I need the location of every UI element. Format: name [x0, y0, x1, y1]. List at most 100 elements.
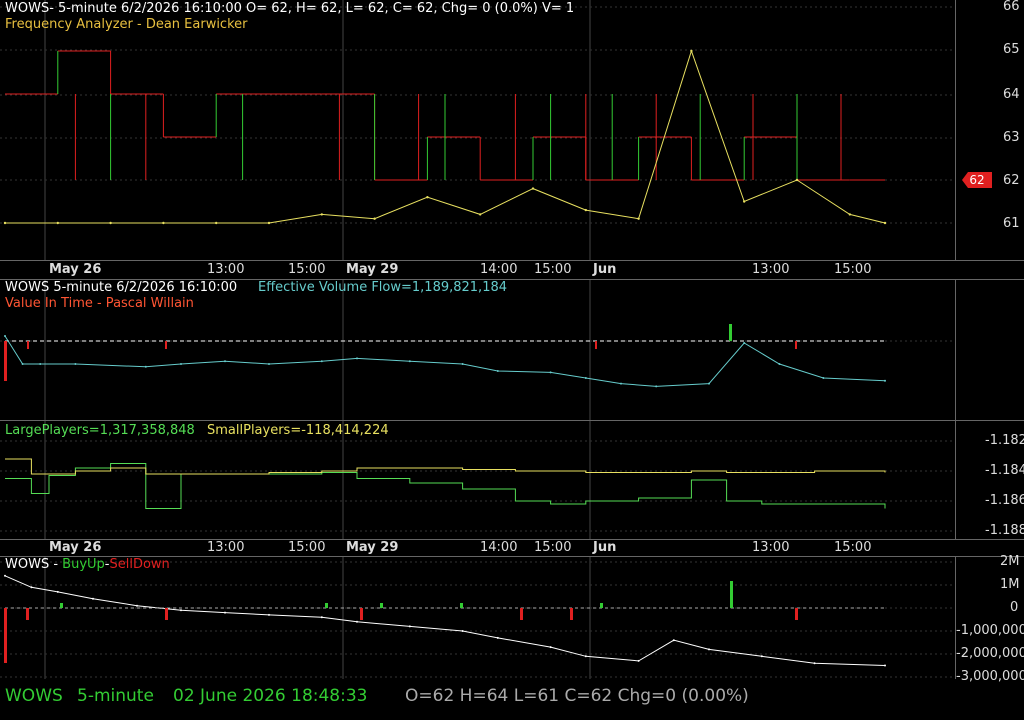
ytick: -2,000,000: [956, 646, 1024, 661]
buy-bar: [600, 603, 603, 608]
ytick: 62: [1003, 173, 1020, 188]
indicator-name: Frequency Analyzer - Dean Earwicker: [5, 17, 248, 32]
sell-bar: [360, 608, 363, 620]
volume-flow-point: [224, 360, 226, 363]
time-label: May 29: [346, 262, 399, 277]
volume-flow-point: [884, 379, 886, 382]
volume-spike-bar: [4, 341, 7, 381]
time-label: 15:00: [534, 540, 572, 555]
volume-bar: [595, 341, 597, 349]
cumulative-point: [637, 659, 640, 662]
ytick: 2M: [1000, 554, 1020, 569]
players-axis[interactable]: [955, 421, 956, 539]
sell-bar: [165, 608, 168, 620]
sell-bar: [570, 608, 573, 620]
volume-flow-panel[interactable]: WOWS 5-minute 6/2/2026 16:10:00 Effectiv…: [0, 280, 1024, 421]
price-tag-label: 62: [969, 173, 985, 187]
cumulative-point: [56, 590, 59, 593]
frequency-point: [584, 208, 587, 212]
time-label: 14:00: [480, 540, 518, 555]
volume-flow-point: [268, 363, 270, 365]
frequency-point: [267, 221, 271, 225]
volume-flow-point: [708, 382, 710, 385]
cumulative-point: [4, 574, 6, 577]
volume-axis[interactable]: [955, 280, 956, 420]
time-label: May 29: [346, 540, 399, 555]
time-label: 13:00: [207, 540, 245, 555]
volume-flow-point: [496, 370, 499, 372]
ytick: 63: [1003, 130, 1020, 145]
time-label: 15:00: [834, 540, 872, 555]
cumulative-point: [136, 604, 138, 607]
sell-bar: [795, 608, 798, 620]
volume-header: WOWS 5-minute 6/2/2026 16:10:00: [5, 280, 238, 295]
volume-spike-bar: [729, 324, 732, 341]
volume-flow-point: [21, 363, 24, 365]
frequency-point: [373, 217, 376, 220]
time-label: 13:00: [752, 262, 790, 277]
cumulative-line: [4, 575, 886, 666]
frequency-point: [743, 200, 746, 203]
cumulative-point: [760, 655, 763, 658]
cumulative-point: [268, 613, 270, 616]
small-players: SmallPlayers=-118,414,224: [207, 423, 389, 438]
time-label: 15:00: [288, 540, 326, 555]
volume-flow-point: [180, 363, 182, 365]
volume-flow-line: [4, 335, 886, 387]
time-label: Jun: [593, 540, 617, 555]
status-symbol: WOWS: [5, 686, 63, 706]
frequency-point: [883, 221, 887, 225]
status-bar: WOWS 5-minute 02 June 2026 18:48:33 O=62…: [0, 680, 1024, 720]
selldown-label: SellDown: [109, 557, 170, 572]
ytick: 65: [1003, 42, 1020, 57]
frequency-point: [56, 221, 59, 225]
volume-flow-point: [408, 360, 411, 363]
large-players: LargePlayers=1,317,358,848: [5, 423, 195, 438]
buyup-label: BuyUp: [62, 557, 105, 572]
cumulative-point: [320, 616, 323, 619]
frequency-point: [795, 178, 799, 182]
frequency-point: [162, 221, 165, 225]
volume-flow-point: [320, 360, 323, 363]
buy-bar: [380, 603, 383, 608]
time-axis-top[interactable]: May 26 13:00 15:00 May 29 14:00 15:00 Ju…: [0, 261, 1024, 280]
ytick: 64: [1003, 87, 1020, 102]
volume-flow-point: [461, 363, 464, 365]
ytick: 66: [1003, 0, 1020, 14]
frequency-point: [426, 196, 429, 199]
price-panel[interactable]: WOWS- 5-minute 6/2/2026 16:10:00 O= 62, …: [0, 0, 1024, 261]
sell-bar: [26, 608, 29, 620]
cumulative-point: [461, 630, 464, 632]
status-ohlc: O=62 H=64 L=61 C=62 Chg=0 (0.00%): [405, 686, 749, 706]
players-line: [5, 458, 886, 475]
time-axis-bottom[interactable]: May 26 13:00 15:00 May 29 14:00 15:00 Ju…: [0, 540, 1024, 557]
cumulative-point: [708, 648, 710, 651]
frequency-point: [109, 221, 112, 225]
buy-bar: [460, 603, 463, 608]
time-label: May 26: [49, 540, 102, 555]
frequency-point: [320, 213, 323, 216]
buyup-selldown-panel[interactable]: WOWS - BuyUp-SellDown 2M 1M 0 -1,000,000…: [0, 554, 1024, 684]
time-label: 15:00: [534, 262, 572, 277]
cumulative-point: [496, 636, 499, 639]
buy-bar: [60, 603, 63, 608]
time-label: 15:00: [834, 262, 872, 277]
frequency-point: [3, 221, 7, 225]
cumulative-point: [549, 646, 552, 649]
volume-flow-point: [778, 363, 781, 365]
time-label: 15:00: [288, 262, 326, 277]
cumulative-point: [92, 597, 94, 600]
volume-flow-point: [822, 377, 825, 379]
volume-flow-point: [356, 357, 358, 360]
time-label: 14:00: [480, 262, 518, 277]
volume-flow-point: [743, 342, 746, 344]
price-plot: [0, 0, 955, 260]
buyup-title: WOWS - BuyUp-SellDown: [5, 557, 170, 573]
price-axis[interactable]: [955, 0, 956, 260]
sell-bar: [520, 608, 523, 620]
buy-bar: [325, 603, 328, 608]
volume-flow-point: [584, 377, 587, 379]
time-label: 13:00: [752, 540, 790, 555]
players-panel[interactable]: LargePlayers=1,317,358,848 SmallPlayers=…: [0, 421, 1024, 540]
frequency-point: [479, 213, 482, 216]
